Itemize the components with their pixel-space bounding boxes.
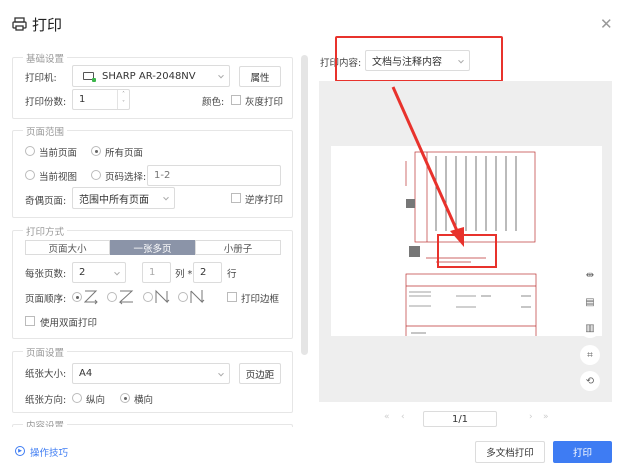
tab-booklet[interactable]: 小册子 [195,240,281,255]
copies-value: 1 [79,94,86,105]
page-range-legend: 页面范围 [23,124,68,138]
chevron-down-icon [163,194,169,201]
columns-value: 1 [149,267,156,278]
close-icon[interactable]: ✕ [600,15,613,33]
margins-button[interactable]: 页边距 [239,363,281,384]
tab-page-size[interactable]: 页面大小 [25,240,110,255]
odd-even-select[interactable]: 范围中所有页面 [72,187,175,209]
pages-per-sheet-value: 2 [79,267,86,278]
rows-label: 行 [227,269,237,280]
current-view-radio[interactable] [25,170,35,180]
page-number-value: 1/1 [451,413,469,425]
duplex-checkbox[interactable] [25,316,35,326]
rows-input[interactable]: 2 [193,262,222,283]
order-z-radio[interactable] [72,292,82,302]
page-select-input[interactable] [147,165,281,186]
pages-per-sheet-select[interactable]: 2 [72,262,126,283]
first-page-button[interactable]: « [384,412,390,422]
grayscale-checkbox[interactable] [231,95,241,105]
pages-per-sheet-label: 每张页数: [25,269,67,280]
odd-even-value: 范围中所有页面 [79,194,149,206]
properties-button[interactable]: 属性 [239,66,281,87]
portrait-label: 纵向 [86,395,106,406]
rows-value: 2 [200,267,207,278]
print-border-label: 打印边框 [241,294,280,305]
orientation-label: 纸张方向: [25,395,67,406]
fit-page-icon[interactable]: ⇹ [580,265,600,285]
reverse-label: 逆序打印 [245,195,284,206]
stepper-arrows[interactable]: ˄ ˅ [117,90,129,109]
reverse-checkbox[interactable] [231,193,241,203]
page-setup-legend: 页面设置 [23,345,68,359]
prev-page-button[interactable]: ‹ [401,412,405,422]
paper-size-label: 纸张大小: [25,369,67,380]
page-setup-icon[interactable]: ▤ [580,292,600,312]
basic-settings-legend: 基础设置 [23,51,68,65]
copies-stepper[interactable]: 1 ˄ ˅ [72,89,130,110]
landscape-radio[interactable] [120,393,130,403]
next-page-button[interactable]: › [529,412,533,422]
all-pages-radio[interactable] [91,146,101,156]
odd-even-label: 奇偶页面: [25,196,67,207]
current-view-label: 当前视图 [39,172,78,183]
printer-select[interactable]: SHARP AR-2048NV [72,65,230,87]
current-page-radio[interactable] [25,146,35,156]
all-pages-label: 所有页面 [105,148,144,159]
print-border-checkbox[interactable] [227,292,237,302]
columns-input[interactable]: 1 [142,262,171,283]
print-button[interactable]: 打印 [553,441,612,463]
printer-icon [12,17,27,31]
page-select-label: 页码选择: [105,172,147,183]
duplex-label: 使用双面打印 [40,318,98,329]
printer-label: 打印机: [25,73,57,84]
paper-size-value: A4 [79,368,93,379]
chevron-down-icon [114,269,120,275]
tab-multi-page[interactable]: 一张多页 [110,240,195,255]
page-number-input[interactable]: 1/1 [423,411,497,427]
print-mode-legend: 打印方式 [23,224,68,238]
printer-device-icon [83,72,96,82]
play-circle-icon: ▶ [15,446,25,456]
landscape-label: 横向 [134,395,154,406]
multi-document-print-button[interactable]: 多文档打印 [475,441,545,463]
page-select-radio[interactable] [91,170,101,180]
page-order-icons [84,289,205,305]
chevron-down-icon [218,72,224,79]
printer-value: SHARP AR-2048NV [102,70,196,82]
rotate-page-icon[interactable]: ⟲ [580,371,600,391]
columns-label: 列 * [175,269,193,280]
left-panel-scrollbar[interactable] [301,55,308,355]
copies-label: 打印份数: [25,97,67,108]
annotation-arrow [391,86,464,247]
current-page-label: 当前页面 [39,148,78,159]
grayscale-label: 灰度打印 [245,97,284,108]
save-page-icon[interactable]: ▥ [580,318,600,338]
portrait-radio[interactable] [72,393,82,403]
annotation-highlight-box [335,36,503,82]
last-page-button[interactable]: » [543,412,549,422]
chevron-down-icon [218,370,224,376]
crop-icon[interactable]: ⌗ [580,345,600,365]
page-order-label: 页面顺序: [25,294,67,305]
tips-link[interactable]: 操作技巧 [30,445,68,459]
paper-size-select[interactable]: A4 [72,363,230,384]
dialog-title: 打印 [32,16,63,34]
left-panel-fade [0,427,300,437]
color-label: 颜色: [202,97,225,108]
